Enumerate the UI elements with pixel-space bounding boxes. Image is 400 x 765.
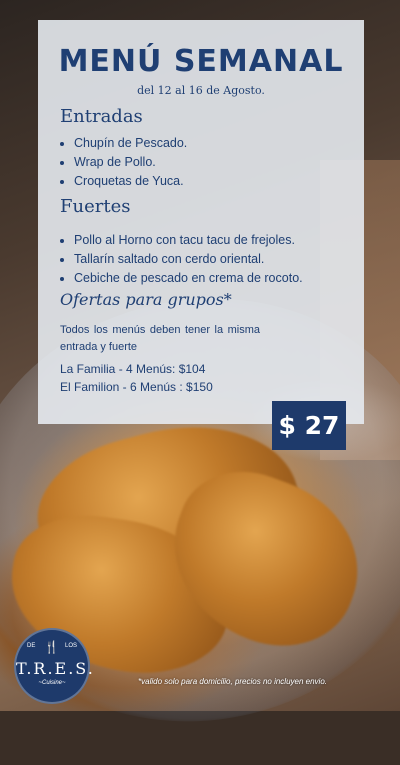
price-badge: $ 27	[272, 401, 346, 450]
group-offer-note: Todos los menús deben tener la misma ent…	[60, 324, 260, 353]
offer-la-familia: La Familia - 4 Menús: $104	[60, 362, 206, 376]
disclaimer: *valido solo para domicilio, precios no …	[138, 677, 327, 686]
section-title-ofertas: Ofertas para grupos*	[60, 290, 232, 309]
list-item: Chupín de Pescado.	[74, 134, 187, 153]
menu-dates: del 12 al 16 de Agosto.	[137, 84, 265, 97]
section-title-entradas: Entradas	[60, 106, 143, 127]
logo-los: LOS	[64, 643, 77, 649]
list-item: Cebiche de pescado en crema de rocoto.	[74, 269, 303, 288]
list-item: Croquetas de Yuca.	[74, 172, 187, 191]
section-title-fuertes: Fuertes	[60, 196, 131, 217]
list-item: Wrap de Pollo.	[74, 153, 187, 172]
list-item: Pollo al Horno con tacu tacu de frejoles…	[74, 231, 303, 250]
logo-signature: ~Cuisine~	[38, 680, 66, 686]
offer-el-familion: El Familion - 6 Menús : $150	[60, 380, 213, 394]
menu-title: MENÚ SEMANAL	[58, 44, 344, 79]
logo-de: DE	[27, 643, 36, 649]
restaurant-logo: DE 🍴 LOS T.R.E.S. ~Cuisine~	[14, 628, 95, 704]
menu-panel: MENÚ SEMANAL del 12 al 16 de Agosto. Ent…	[38, 20, 364, 424]
entradas-list: Chupín de Pescado. Wrap de Pollo. Croque…	[60, 134, 187, 191]
fuertes-list: Pollo al Horno con tacu tacu de frejoles…	[60, 231, 303, 288]
logo-name: T.R.E.S.	[16, 659, 95, 678]
utensils-icon: 🍴	[44, 640, 59, 654]
list-item: Tallarín saltado con cerdo oriental.	[74, 250, 303, 269]
